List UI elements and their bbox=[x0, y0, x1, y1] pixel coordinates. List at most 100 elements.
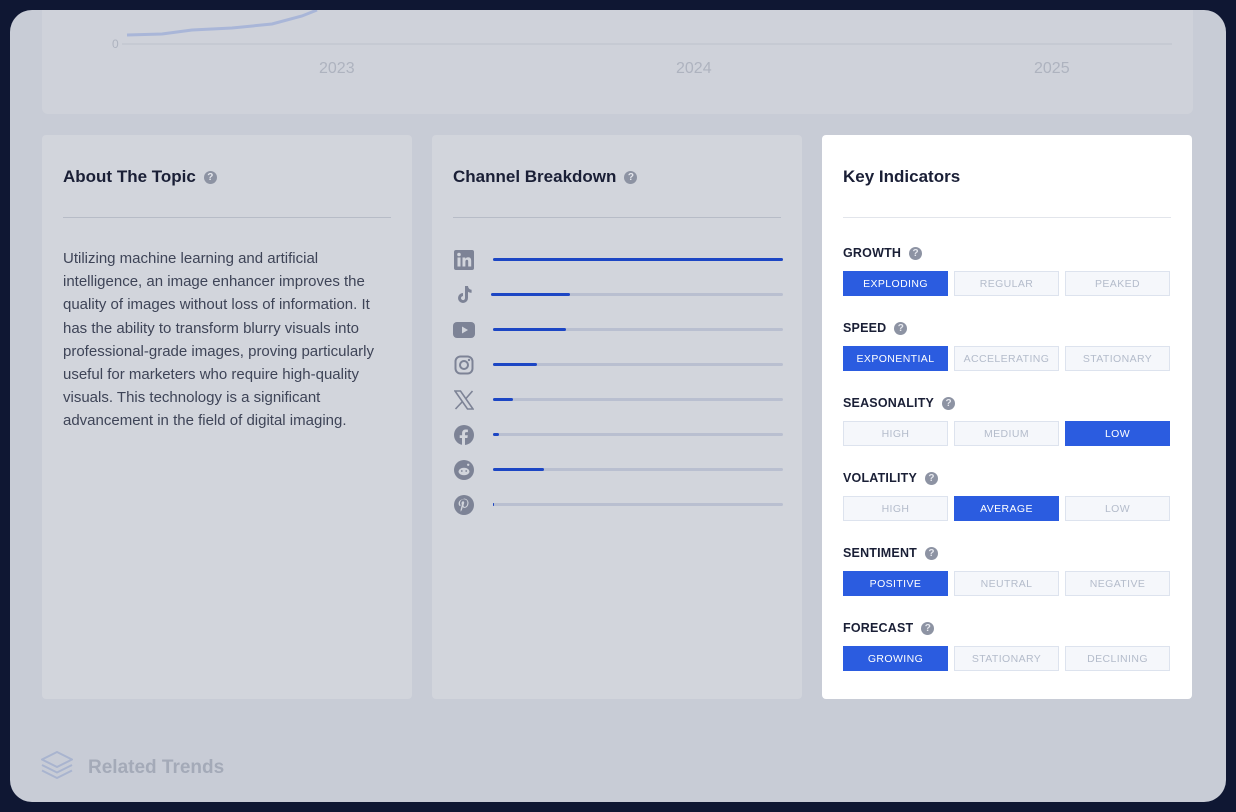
trend-chart: 0 2023 2024 2025 bbox=[42, 10, 1193, 114]
option-stationary-button[interactable]: STATIONARY bbox=[1065, 346, 1170, 371]
indicators-title: Key Indicators bbox=[843, 167, 960, 187]
option-exponential-button[interactable]: EXPONENTIAL bbox=[843, 346, 948, 371]
channel-row-x bbox=[453, 388, 783, 412]
option-medium-button[interactable]: MEDIUM bbox=[954, 421, 1059, 446]
channel-bar-track bbox=[493, 328, 783, 331]
help-icon[interactable]: ? bbox=[203, 170, 217, 184]
about-title-text: About The Topic bbox=[63, 167, 196, 186]
indicator-options: HIGH MEDIUM LOW bbox=[843, 421, 1171, 446]
channel-bar-track bbox=[493, 398, 783, 401]
chart-zero-label: 0 bbox=[112, 37, 119, 51]
channel-bar-track bbox=[493, 363, 783, 366]
option-low-button[interactable]: LOW bbox=[1065, 421, 1170, 446]
option-peaked-button[interactable]: PEAKED bbox=[1065, 271, 1170, 296]
channel-bar-fill bbox=[493, 503, 495, 506]
channel-bar-fill bbox=[493, 398, 514, 401]
indicator-options: GROWING STATIONARY DECLINING bbox=[843, 646, 1171, 671]
indicator-label: SENTIMENT? bbox=[843, 545, 1171, 561]
year-label-2023: 2023 bbox=[319, 60, 355, 77]
indicator-label-text: SENTIMENT bbox=[843, 546, 918, 560]
help-icon[interactable]: ? bbox=[942, 396, 956, 410]
help-icon[interactable]: ? bbox=[925, 546, 939, 560]
related-trends-title: Related Trends bbox=[88, 756, 225, 778]
indicator-sentiment: SENTIMENT? POSITIVE NEUTRAL NEGATIVE bbox=[843, 545, 1171, 596]
channel-bar-track bbox=[493, 503, 783, 506]
about-title: About The Topic ? bbox=[63, 167, 217, 187]
option-low-button[interactable]: LOW bbox=[1065, 496, 1170, 521]
indicator-options: EXPONENTIAL ACCELERATING STATIONARY bbox=[843, 346, 1171, 371]
option-regular-button[interactable]: REGULAR bbox=[954, 271, 1059, 296]
channel-bar-fill bbox=[491, 293, 570, 296]
indicator-growth: GROWTH? EXPLODING REGULAR PEAKED bbox=[843, 245, 1171, 296]
indicator-seasonality: SEASONALITY? HIGH MEDIUM LOW bbox=[843, 395, 1171, 446]
indicators-card: Key Indicators GROWTH? EXPLODING REGULAR PE… bbox=[822, 135, 1192, 699]
indicator-options: EXPLODING REGULAR PEAKED bbox=[843, 271, 1171, 296]
divider bbox=[453, 217, 781, 218]
trend-chart-svg: 0 bbox=[112, 10, 1172, 51]
indicator-label: SEASONALITY? bbox=[843, 395, 1171, 411]
indicator-options: POSITIVE NEUTRAL NEGATIVE bbox=[843, 571, 1171, 596]
indicator-label: GROWTH? bbox=[843, 245, 1171, 261]
channel-bar-fill bbox=[493, 363, 537, 366]
option-growing-button[interactable]: GROWING bbox=[843, 646, 948, 671]
channel-row-facebook bbox=[453, 423, 783, 447]
channel-bar-track bbox=[493, 433, 783, 436]
option-declining-button[interactable]: DECLINING bbox=[1065, 646, 1170, 671]
related-trends-header: Related Trends bbox=[40, 750, 224, 785]
help-icon[interactable]: ? bbox=[909, 246, 923, 260]
option-average-button[interactable]: AVERAGE bbox=[954, 496, 1059, 521]
option-neutral-button[interactable]: NEUTRAL bbox=[954, 571, 1059, 596]
indicator-label-text: SPEED bbox=[843, 321, 887, 335]
channel-bar-fill bbox=[493, 433, 499, 436]
channel-row-reddit bbox=[453, 458, 783, 482]
option-accelerating-button[interactable]: ACCELERATING bbox=[954, 346, 1059, 371]
year-label-2025: 2025 bbox=[1034, 60, 1070, 77]
divider bbox=[63, 217, 391, 218]
channel-bar-track bbox=[493, 468, 783, 471]
indicator-label-text: FORECAST bbox=[843, 621, 914, 635]
indicator-label: FORECAST? bbox=[843, 620, 1171, 636]
divider bbox=[843, 217, 1171, 218]
indicator-label-text: VOLATILITY bbox=[843, 471, 917, 485]
option-high-button[interactable]: HIGH bbox=[843, 421, 948, 446]
channel-bar-fill bbox=[493, 328, 566, 331]
pinterest-icon bbox=[453, 494, 475, 516]
help-icon[interactable]: ? bbox=[925, 471, 938, 485]
about-description: Utilizing machine learning and artificia… bbox=[63, 250, 374, 430]
indicator-label: VOLATILITY? bbox=[843, 470, 1171, 486]
option-stationary-button[interactable]: STATIONARY bbox=[954, 646, 1059, 671]
channel-row-pinterest bbox=[453, 493, 783, 517]
indicator-label: SPEED? bbox=[843, 320, 1171, 336]
about-card: About The Topic ? Utilizing machine lear… bbox=[42, 135, 412, 699]
channel-bar-fill bbox=[493, 258, 783, 261]
channel-bar-track bbox=[493, 258, 783, 261]
channel-title: Channel Breakdown ? bbox=[453, 167, 638, 187]
app-frame: 0 2023 2024 2025 About The Topic ? Utili… bbox=[10, 10, 1226, 802]
channel-row-linkedin bbox=[453, 248, 783, 272]
channel-bar-fill bbox=[493, 468, 544, 471]
indicator-volatility: VOLATILITY? HIGH AVERAGE LOW bbox=[843, 470, 1171, 521]
indicator-forecast: FORECAST? GROWING STATIONARY DECLINING bbox=[843, 620, 1171, 671]
tiktok-icon bbox=[453, 284, 475, 306]
indicator-label-text: GROWTH bbox=[843, 246, 902, 260]
channel-row-instagram bbox=[453, 353, 783, 377]
option-positive-button[interactable]: POSITIVE bbox=[843, 571, 948, 596]
channel-row-youtube bbox=[453, 318, 783, 342]
youtube-icon bbox=[453, 319, 475, 341]
channel-title-text: Channel Breakdown bbox=[453, 167, 617, 186]
chart-series-line bbox=[126, 10, 318, 37]
help-icon[interactable]: ? bbox=[624, 170, 638, 184]
help-icon[interactable]: ? bbox=[894, 321, 908, 335]
reddit-icon bbox=[453, 459, 475, 481]
option-exploding-button[interactable]: EXPLODING bbox=[843, 271, 948, 296]
facebook-icon bbox=[453, 424, 475, 446]
channel-bar-track bbox=[491, 293, 783, 296]
linkedin-icon bbox=[453, 249, 475, 271]
indicators-title-text: Key Indicators bbox=[843, 167, 961, 186]
option-high-button[interactable]: HIGH bbox=[843, 496, 948, 521]
instagram-icon bbox=[453, 354, 475, 376]
help-icon[interactable]: ? bbox=[921, 621, 935, 635]
channel-card: Channel Breakdown ? bbox=[432, 135, 802, 699]
option-negative-button[interactable]: NEGATIVE bbox=[1065, 571, 1170, 596]
indicator-options: HIGH AVERAGE LOW bbox=[843, 496, 1171, 521]
